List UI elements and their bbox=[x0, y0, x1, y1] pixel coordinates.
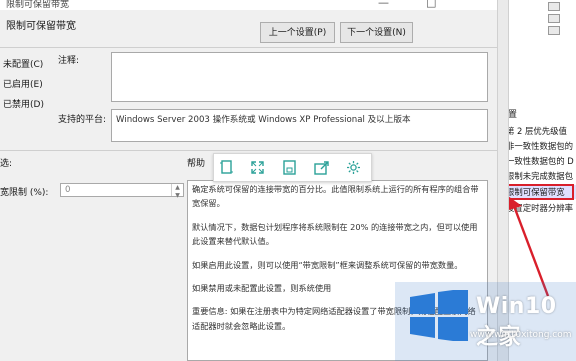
options-label: 选: bbox=[0, 159, 13, 169]
help-label: 帮助 bbox=[187, 159, 206, 169]
mini-window-thumb bbox=[548, 14, 560, 23]
bandwidth-limit-label: 宽限制 (%): bbox=[0, 188, 49, 198]
minimize-icon[interactable]: — bbox=[378, 0, 389, 9]
supported-platforms-field: Windows Server 2003 操作系统或 Windows XP Pro… bbox=[111, 109, 488, 142]
fullscreen-icon[interactable] bbox=[249, 159, 266, 176]
bandwidth-limit-stepper[interactable]: 0 ▲ ▼ bbox=[60, 183, 184, 199]
save-icon[interactable] bbox=[281, 159, 298, 176]
watermark-title: Win10之家 bbox=[476, 294, 557, 350]
comment-field[interactable] bbox=[111, 52, 488, 102]
prev-setting-button[interactable]: 上一个设置(P) bbox=[260, 22, 335, 43]
policy-item-label: 一致性数据包的 D bbox=[506, 156, 574, 166]
settings-icon[interactable] bbox=[345, 159, 362, 176]
window-title: 限制可保留带宽 bbox=[6, 0, 70, 10]
bandwidth-limit-value: 0 bbox=[65, 185, 71, 195]
policy-item-label: 非一致性数据包的 bbox=[506, 141, 573, 151]
title-bar: 限制可保留带宽 — □ bbox=[0, 0, 497, 10]
divider bbox=[0, 47, 497, 48]
help-paragraph: 如果启用此设置，则可以使用“带宽限制”框来调整系统可保留的带宽数量。 bbox=[192, 259, 463, 270]
divider bbox=[0, 150, 497, 151]
help-paragraph: 确定系统可保留的连接带宽的百分比。此值限制系统上运行的所有程序的组合带宽保留。 bbox=[192, 184, 479, 209]
radio-not-configured[interactable]: 未配置(C) bbox=[3, 57, 43, 70]
setting-name: 限制可保留带宽 bbox=[6, 21, 76, 32]
mini-window-thumb bbox=[548, 2, 560, 11]
comment-label: 注释: bbox=[58, 56, 80, 66]
spin-arrows-icon[interactable]: ▲ ▼ bbox=[171, 184, 183, 199]
share-icon[interactable] bbox=[313, 159, 330, 176]
windows-logo-icon bbox=[410, 290, 468, 341]
policy-item-label: 限制未完成数据包 bbox=[506, 171, 573, 181]
policy-item-label: 第 2 层优先级值 bbox=[506, 126, 567, 136]
mini-window-thumb bbox=[548, 26, 560, 35]
crop-icon[interactable] bbox=[218, 159, 235, 176]
screenshot-toolbar bbox=[213, 153, 372, 182]
maximize-icon[interactable]: □ bbox=[426, 0, 436, 9]
supported-label: 支持的平台: bbox=[58, 115, 107, 125]
watermark-url: www.win10xitong.com bbox=[470, 330, 572, 340]
radio-enabled[interactable]: 已启用(E) bbox=[3, 77, 43, 90]
radio-disabled[interactable]: 已禁用(D) bbox=[3, 97, 44, 110]
help-paragraph: 默认情况下，数据包计划程序将系统限制在 20% 的连接带宽之内，但可以使用此设置… bbox=[192, 221, 478, 247]
next-setting-button[interactable]: 下一个设置(N) bbox=[340, 22, 413, 43]
